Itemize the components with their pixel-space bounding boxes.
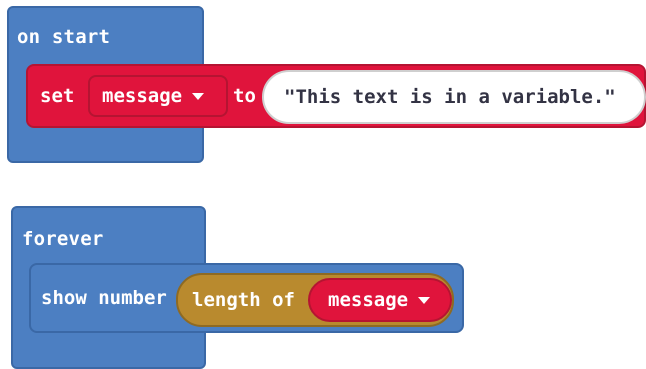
show-number-block[interactable]: show number length of message (29, 263, 464, 333)
on-start-label: on start (17, 26, 111, 48)
variable-dropdown-label: message (102, 85, 183, 107)
variable-dropdown[interactable]: message (88, 75, 228, 117)
string-value-input[interactable]: "This text is in a variable." (262, 70, 646, 124)
length-variable-label: message (328, 289, 409, 311)
length-of-block[interactable]: length of message (176, 273, 454, 327)
length-of-label: length of (192, 289, 295, 311)
dropdown-caret-icon (418, 296, 431, 304)
set-keyword: set (40, 85, 75, 107)
forever-label: forever (22, 228, 104, 250)
length-variable-dropdown[interactable]: message (308, 278, 452, 322)
dropdown-caret-icon (192, 92, 205, 100)
string-value-text: "This text is in a variable." (284, 86, 616, 108)
set-variable-block[interactable]: set message to "This text is in a variab… (26, 64, 646, 128)
show-number-label: show number (41, 287, 167, 309)
to-keyword: to (233, 85, 256, 107)
